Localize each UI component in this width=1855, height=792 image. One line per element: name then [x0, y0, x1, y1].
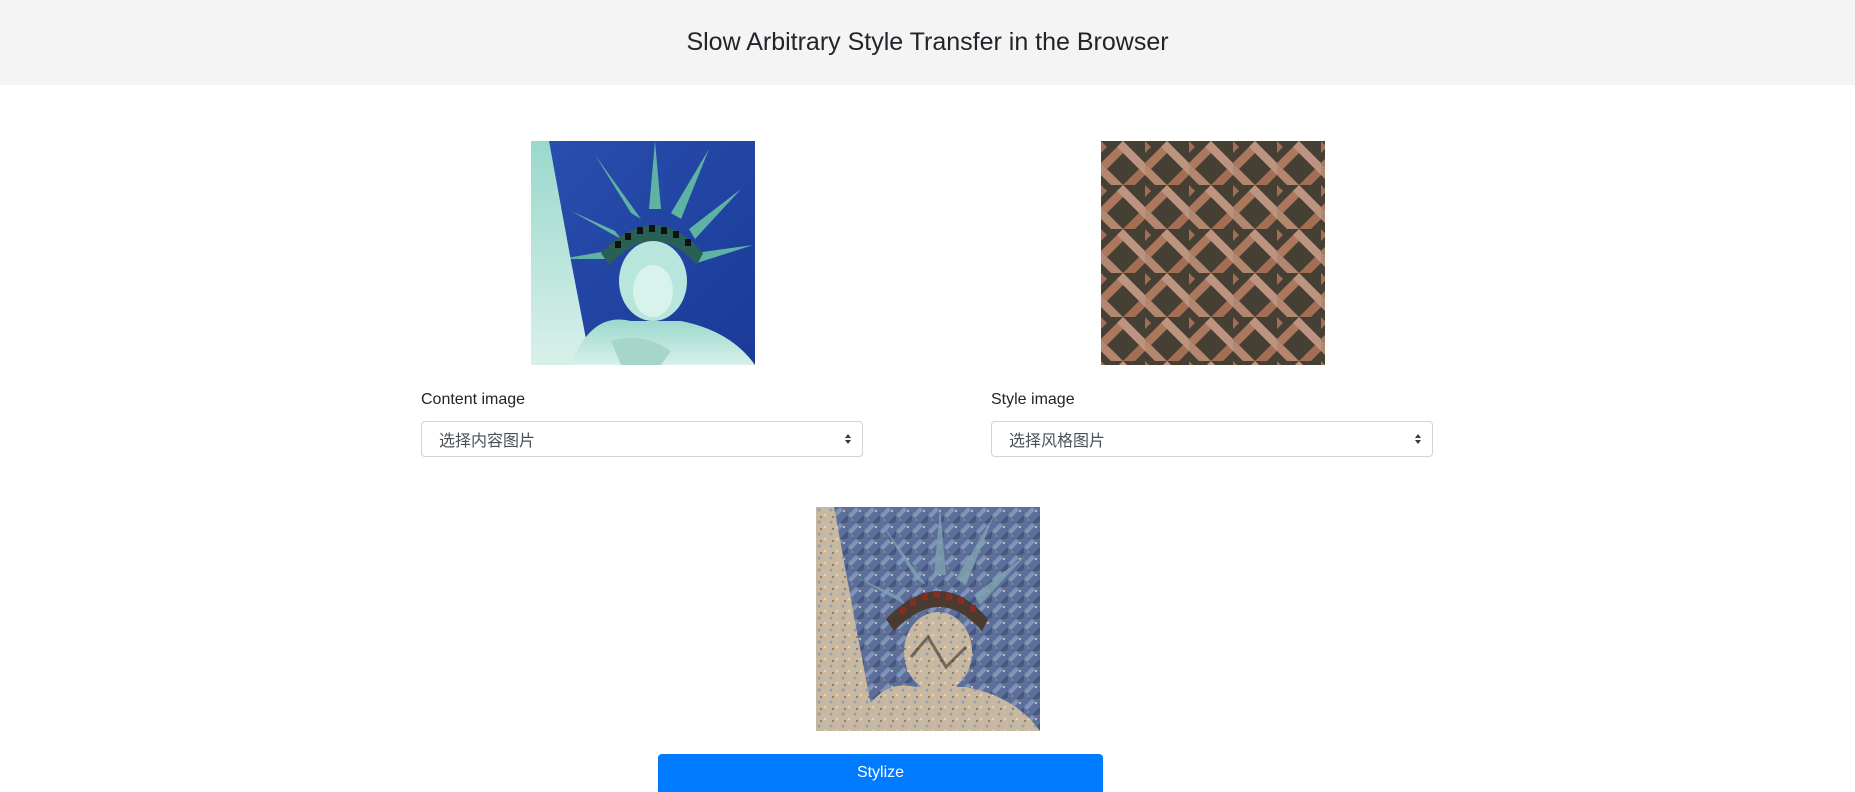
page-title: Slow Arbitrary Style Transfer in the Bro… — [686, 28, 1169, 56]
style-image — [1101, 141, 1325, 365]
select-arrows-icon — [845, 434, 851, 444]
style-image-select-value: 选择风格图片 — [1009, 433, 1106, 450]
stylized-image — [816, 507, 1040, 731]
content-image-select[interactable]: 选择内容图片 — [421, 421, 863, 457]
select-arrows-icon — [1415, 434, 1421, 444]
style-image-select[interactable]: 选择风格图片 — [991, 421, 1433, 457]
page-header: Slow Arbitrary Style Transfer in the Bro… — [0, 0, 1855, 85]
content-image-select-value: 选择内容图片 — [439, 433, 536, 450]
style-image-label: Style image — [991, 391, 1075, 408]
content-image — [531, 141, 755, 365]
stylize-button[interactable]: Stylize — [658, 754, 1103, 792]
content-image-label: Content image — [421, 391, 526, 408]
